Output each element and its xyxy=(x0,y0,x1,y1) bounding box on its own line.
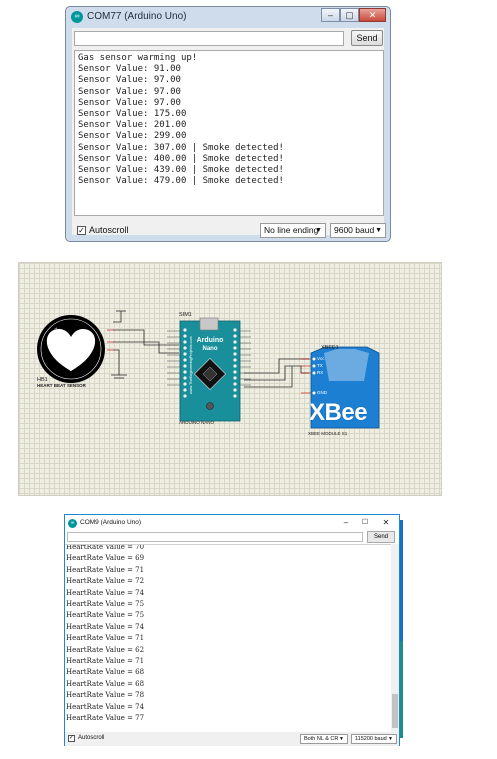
xbee-logo: XBee xyxy=(309,399,368,426)
serial-output-line: HeartRate Value = 69 xyxy=(66,554,145,563)
close-button[interactable]: ✕ xyxy=(359,8,386,22)
vertical-scrollbar[interactable] xyxy=(391,544,399,732)
serial-output-line: Sensor Value: 307.00 | Smoke detected! xyxy=(78,142,284,153)
serial-input-field[interactable] xyxy=(74,31,344,46)
chevron-down-icon: ▼ xyxy=(315,227,322,234)
serial-output-line: Sensor Value: 97.00 xyxy=(78,97,181,108)
line-ending-value: Both NL & CR xyxy=(304,736,339,742)
serial-monitor-window-com77: ∞ COM77 (Arduino Uno) – ▢ ✕ Send Gas sen… xyxy=(65,6,391,242)
serial-output-line: HeartRate Value = 75 xyxy=(66,600,145,609)
usb-connector xyxy=(199,317,219,331)
xbee-ref: XBEE1 xyxy=(321,345,339,351)
send-button[interactable]: Send xyxy=(351,30,383,46)
autoscroll-checkbox[interactable]: ✓ xyxy=(77,226,86,235)
baud-rate-select[interactable]: 9600 baud ▼ xyxy=(330,223,386,238)
serial-output-line: HeartRate Value = 74 xyxy=(66,588,145,597)
chevron-down-icon: ▼ xyxy=(375,227,382,234)
serial-output-line: Sensor Value: 400.00 | Smoke detected! xyxy=(78,153,284,164)
window-title: COM9 (Arduino Uno) xyxy=(80,519,142,526)
arduino-url: www.TheEngineeringProjects.com xyxy=(189,336,193,394)
chevron-down-icon: ▼ xyxy=(339,736,344,742)
proteus-schematic: HB1 HEART BEAT SENSOR TheEngineeringProj… xyxy=(18,262,442,496)
serial-output-line: Sensor Value: 299.00 xyxy=(78,131,187,142)
serial-output-line: Sensor Value: 97.00 xyxy=(78,86,181,97)
serial-output-line: Gas sensor warming up! xyxy=(78,53,198,63)
autoscroll-checkbox[interactable]: ✓ xyxy=(68,735,75,742)
baud-rate-select[interactable]: 115200 baud ▼ xyxy=(351,734,397,744)
serial-output-line: Sensor Value: 91.00 xyxy=(78,64,181,75)
arduino-part: ARDUINO NANO xyxy=(179,420,215,425)
serial-output-line: HeartRate Value = 68 xyxy=(66,668,145,677)
arduino-icon: ∞ xyxy=(71,11,83,23)
schematic-wires xyxy=(37,310,380,429)
arduino-sublabel: Nano xyxy=(202,346,218,352)
arduino-ref: SIM1 xyxy=(179,312,192,318)
xbee-pin-gnd: GND xyxy=(317,390,327,395)
line-ending-value: No line ending xyxy=(264,225,319,235)
serial-output-line: HeartRate Value = 70 xyxy=(66,544,145,551)
serial-output-line: Sensor Value: 175.00 xyxy=(78,109,187,120)
xbee-pin-vcc: Vcc xyxy=(317,356,325,361)
serial-output-area: Gas sensor warming up! Sensor Value: 91.0… xyxy=(74,50,384,216)
serial-input-field[interactable] xyxy=(67,532,363,542)
scrollbar-thumb[interactable] xyxy=(392,694,398,728)
serial-output-line: Sensor Value: 201.00 xyxy=(78,120,187,131)
serial-output-line: HeartRate Value = 77 xyxy=(66,714,145,723)
line-ending-select[interactable]: Both NL & CR ▼ xyxy=(300,734,348,744)
serial-output-line: HeartRate Value = 72 xyxy=(66,577,145,586)
maximize-button[interactable]: ☐ xyxy=(356,516,374,530)
monitor-footer: ✓ Autoscroll No line ending ▼ 9600 baud … xyxy=(74,221,386,241)
serial-output-line: Sensor Value: 439.00 | Smoke detected! xyxy=(78,165,284,176)
serial-output-line: HeartRate Value = 75 xyxy=(66,611,145,620)
serial-output-line: HeartRate Value = 78 xyxy=(66,691,145,700)
serial-output-line: Sensor Value: 97.00 xyxy=(78,75,181,86)
minimize-button[interactable]: – xyxy=(321,8,340,22)
minimize-button[interactable]: – xyxy=(337,516,355,530)
monitor-footer: ✓ Autoscroll Both NL & CR ▼ 115200 baud … xyxy=(65,732,399,746)
baud-rate-value: 115200 baud xyxy=(355,736,387,742)
serial-output-line: HeartRate Value = 68 xyxy=(66,679,145,688)
maximize-button[interactable]: ▢ xyxy=(340,8,359,22)
serial-output-line: Sensor Value: 479.00 | Smoke detected! xyxy=(78,176,284,187)
close-button[interactable]: ✕ xyxy=(377,516,395,530)
monitor-client-area: Send Gas sensor warming up! Sensor Value:… xyxy=(72,28,386,238)
serial-output-line: HeartRate Value = 74 xyxy=(66,702,145,711)
serial-output-area: HeartRate Value = 70 HeartRate Value = 69… xyxy=(65,544,399,733)
autoscroll-label: Autoscroll xyxy=(89,225,129,235)
serial-output-line: HeartRate Value = 71 xyxy=(66,657,145,666)
reset-button-icon xyxy=(206,402,214,410)
serial-monitor-window-com9: ∞ COM9 (Arduino Uno) – ☐ ✕ Send HeartRat… xyxy=(64,514,400,746)
xbee-pin-tx: TX xyxy=(317,363,323,368)
window-title: COM77 (Arduino Uno) xyxy=(87,11,187,22)
serial-output-line: HeartRate Value = 74 xyxy=(66,622,145,631)
title-bar[interactable]: ∞ COM77 (Arduino Uno) – ▢ ✕ xyxy=(66,7,390,27)
xbee-part: XBEE MODULE S1 xyxy=(308,431,348,436)
line-ending-select[interactable]: No line ending ▼ xyxy=(260,223,326,238)
arduino-label: Arduino xyxy=(196,337,224,344)
serial-output-line: HeartRate Value = 71 xyxy=(66,634,145,643)
arduino-icon: ∞ xyxy=(68,519,77,528)
baud-rate-value: 9600 baud xyxy=(334,225,375,235)
serial-output-line: HeartRate Value = 62 xyxy=(66,645,145,654)
autoscroll-label: Autoscroll xyxy=(78,735,105,741)
heart-sensor-name: HEART BEAT SENSOR xyxy=(37,383,86,388)
serial-output-line: HeartRate Value = 71 xyxy=(66,565,145,574)
chevron-down-icon: ▼ xyxy=(388,736,393,742)
send-button[interactable]: Send xyxy=(367,531,395,543)
title-bar[interactable]: ∞ COM9 (Arduino Uno) – ☐ ✕ xyxy=(65,515,399,532)
xbee-pin-rx: RX xyxy=(317,370,324,375)
output-lines: HeartRate Value = 70 HeartRate Value = 69… xyxy=(66,544,145,725)
